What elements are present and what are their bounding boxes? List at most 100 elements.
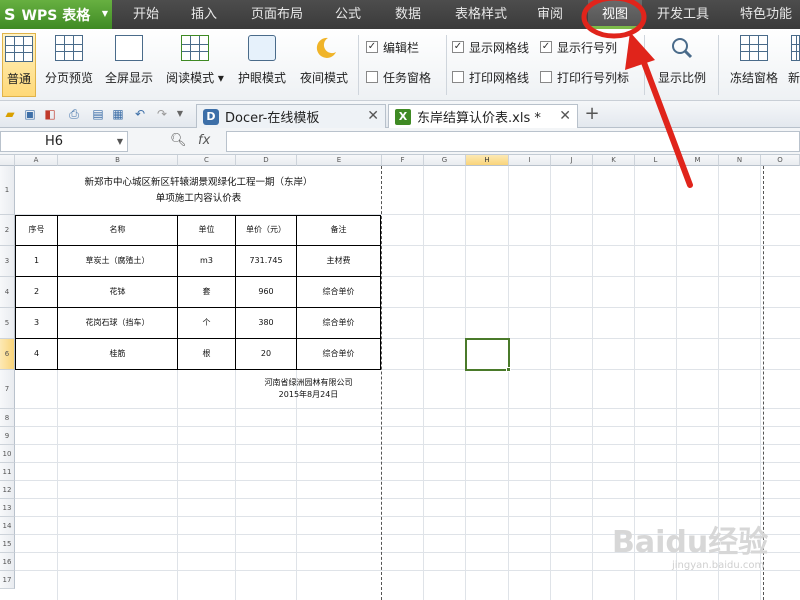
format-painter-icon[interactable]: ▦ bbox=[110, 106, 126, 122]
chevron-down-icon[interactable]: ▼ bbox=[117, 132, 123, 151]
print-preview-icon[interactable]: ▤ bbox=[90, 106, 106, 122]
tab-table-style[interactable]: 表格样式 bbox=[446, 0, 516, 29]
row-header[interactable]: 7 bbox=[0, 370, 15, 409]
footer-company[interactable]: 河南省绿洲园林有限公司 bbox=[236, 378, 381, 389]
row-header[interactable]: 12 bbox=[0, 481, 15, 499]
tab-formulas[interactable]: 公式 bbox=[326, 0, 370, 29]
column-header[interactable]: G bbox=[424, 155, 466, 166]
zoom-button[interactable]: 显示比例 bbox=[652, 33, 712, 97]
new-tab-plus-icon[interactable]: + bbox=[584, 105, 600, 123]
formula-input[interactable] bbox=[226, 131, 800, 152]
table-cell[interactable]: 3 bbox=[16, 308, 57, 338]
reading-mode-button[interactable]: 阅读模式 ▾ bbox=[160, 33, 230, 97]
column-header[interactable]: M bbox=[677, 155, 719, 166]
full-screen-button[interactable]: 全屏显示 bbox=[100, 33, 158, 97]
tab-developer[interactable]: 开发工具 bbox=[648, 0, 718, 29]
table-cell[interactable]: 主材费 bbox=[297, 246, 380, 276]
row-header[interactable]: 15 bbox=[0, 535, 15, 553]
table-header-cell[interactable]: 序号 bbox=[16, 216, 57, 245]
night-mode-button[interactable]: 夜间模式 bbox=[294, 33, 354, 97]
column-header[interactable]: O bbox=[761, 155, 800, 166]
row-header[interactable]: 8 bbox=[0, 409, 15, 427]
table-header-cell[interactable]: 备注 bbox=[297, 216, 380, 245]
column-header[interactable]: A bbox=[15, 155, 58, 166]
normal-view-button[interactable]: 普通 bbox=[2, 33, 36, 97]
new-window-button[interactable]: 新 bbox=[788, 33, 800, 97]
table-cell[interactable]: 20 bbox=[236, 339, 296, 369]
table-cell[interactable]: 花岗石球（挡车） bbox=[58, 308, 177, 338]
export-pdf-icon[interactable]: ◧ bbox=[42, 106, 58, 122]
column-header[interactable]: N bbox=[719, 155, 761, 166]
checkbox-print-gridlines[interactable]: 打印网格线 bbox=[452, 69, 529, 85]
table-cell[interactable]: 960 bbox=[236, 277, 296, 307]
tab-review[interactable]: 审阅 bbox=[528, 0, 572, 29]
row-header[interactable]: 2 bbox=[0, 215, 15, 246]
tab-view[interactable]: 视图 bbox=[588, 0, 642, 29]
chevron-down-icon[interactable]: ▼ bbox=[172, 106, 188, 122]
column-header[interactable]: J bbox=[551, 155, 593, 166]
row-header[interactable]: 10 bbox=[0, 445, 15, 463]
tab-data[interactable]: 数据 bbox=[386, 0, 430, 29]
row-header[interactable]: 16 bbox=[0, 553, 15, 571]
table-cell[interactable]: 综合单价 bbox=[297, 277, 380, 307]
app-menu-button[interactable]: S WPS 表格 ▼ bbox=[0, 0, 112, 29]
table-cell[interactable]: 套 bbox=[178, 277, 235, 307]
table-cell[interactable]: 个 bbox=[178, 308, 235, 338]
column-header[interactable]: L bbox=[635, 155, 677, 166]
fill-handle[interactable] bbox=[506, 367, 511, 372]
table-cell[interactable]: 综合单价 bbox=[297, 339, 380, 369]
tab-spreadsheet-file[interactable]: X 东岸结算认价表.xls * ✕ bbox=[388, 104, 578, 128]
table-header-cell[interactable]: 名称 bbox=[58, 216, 177, 245]
table-cell[interactable]: 综合单价 bbox=[297, 308, 380, 338]
table-header-cell[interactable]: 单位 bbox=[178, 216, 235, 245]
column-header[interactable]: E bbox=[297, 155, 382, 166]
column-header[interactable]: H bbox=[466, 155, 509, 166]
freeze-panes-button[interactable]: 冻结窗格 bbox=[724, 33, 784, 97]
row-header[interactable]: 1 bbox=[0, 166, 15, 215]
column-header[interactable]: B bbox=[58, 155, 178, 166]
row-header[interactable]: 5 bbox=[0, 308, 15, 339]
tab-special-features[interactable]: 特色功能 bbox=[732, 0, 800, 29]
select-all-corner[interactable] bbox=[0, 155, 15, 166]
redo-icon[interactable]: ↷ bbox=[154, 106, 170, 122]
checkbox-show-gridlines[interactable]: ✓ 显示网格线 bbox=[452, 39, 529, 55]
row-header[interactable]: 13 bbox=[0, 499, 15, 517]
column-header[interactable]: C bbox=[178, 155, 236, 166]
tab-docer-templates[interactable]: D Docer-在线模板 ✕ bbox=[196, 104, 386, 128]
column-header[interactable]: I bbox=[509, 155, 551, 166]
selected-cell-h6[interactable] bbox=[465, 338, 511, 372]
table-cell[interactable]: 380 bbox=[236, 308, 296, 338]
checkbox-task-pane[interactable]: 任务窗格 bbox=[366, 69, 431, 85]
table-cell[interactable]: 1 bbox=[16, 246, 57, 276]
table-cell[interactable]: 花钵 bbox=[58, 277, 177, 307]
column-header[interactable]: K bbox=[593, 155, 635, 166]
row-header[interactable]: 11 bbox=[0, 463, 15, 481]
row-header[interactable]: 6 bbox=[0, 339, 15, 370]
tab-insert[interactable]: 插入 bbox=[182, 0, 226, 29]
row-header[interactable]: 3 bbox=[0, 246, 15, 277]
column-header[interactable]: D bbox=[236, 155, 297, 166]
table-cell[interactable]: 根 bbox=[178, 339, 235, 369]
checkbox-formula-bar[interactable]: ✓ 编辑栏 bbox=[366, 39, 419, 55]
row-header[interactable]: 14 bbox=[0, 517, 15, 535]
close-icon[interactable]: ✕ bbox=[559, 108, 571, 124]
close-icon[interactable]: ✕ bbox=[367, 108, 379, 124]
column-header[interactable]: F bbox=[382, 155, 424, 166]
tab-page-layout[interactable]: 页面布局 bbox=[242, 0, 312, 29]
footer-date[interactable]: 2015年8月24日 bbox=[236, 390, 381, 401]
tab-home[interactable]: 开始 bbox=[122, 0, 170, 29]
row-header[interactable]: 4 bbox=[0, 277, 15, 308]
zoom-lookup-icon[interactable]: 🔍︎ bbox=[170, 133, 187, 148]
print-icon[interactable]: ⎙ bbox=[66, 106, 82, 122]
table-cell[interactable]: 2 bbox=[16, 277, 57, 307]
save-icon[interactable]: ▣ bbox=[22, 106, 38, 122]
name-box[interactable]: H6 ▼ bbox=[0, 131, 128, 152]
page-break-preview-button[interactable]: 分页预览 bbox=[40, 33, 98, 97]
table-cell[interactable]: 731.745 bbox=[236, 246, 296, 276]
table-cell[interactable]: m3 bbox=[178, 246, 235, 276]
row-header[interactable]: 17 bbox=[0, 571, 15, 589]
open-folder-icon[interactable]: ▰ bbox=[2, 106, 18, 122]
fx-icon[interactable]: fx bbox=[198, 133, 210, 148]
checkbox-print-row-col-headers[interactable]: 打印行号列标 bbox=[540, 69, 629, 85]
table-cell[interactable]: 草炭土（腐殖土） bbox=[58, 246, 177, 276]
